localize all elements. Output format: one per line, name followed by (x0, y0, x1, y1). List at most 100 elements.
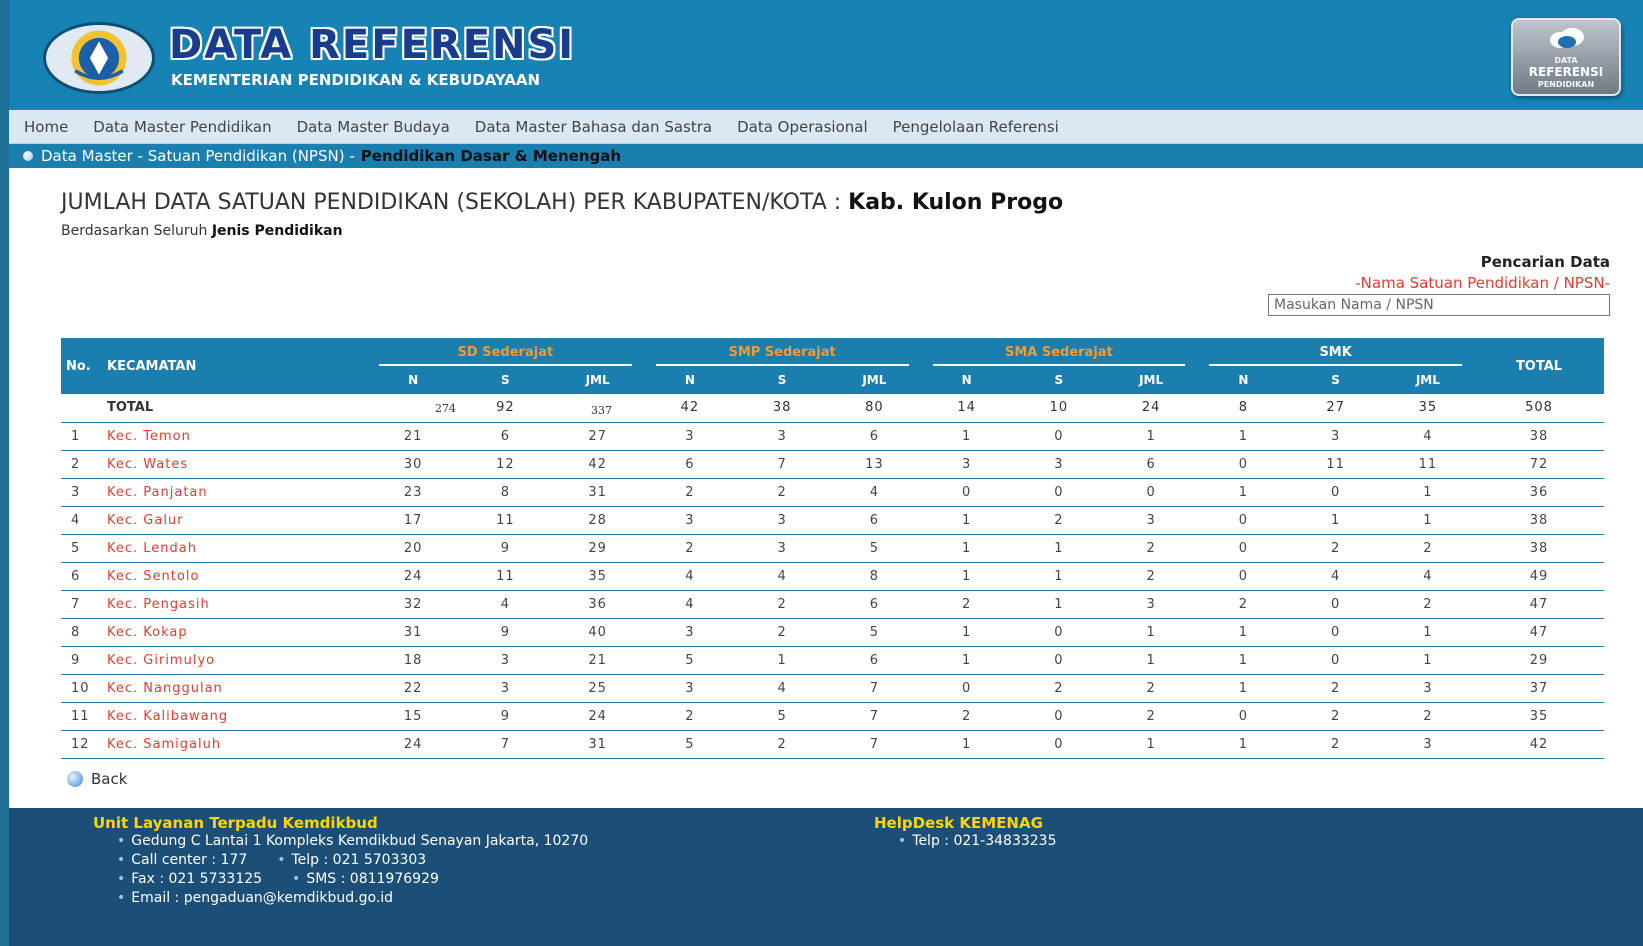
cell-sma-n: 1 (920, 646, 1013, 675)
cell-smp-s: 2 (736, 730, 829, 759)
cell-sd-s: 6 (459, 422, 552, 451)
group-label-smk: SMK (1209, 345, 1462, 366)
cell-total: 47 (1474, 590, 1604, 619)
kecamatan-link[interactable]: Kec. Girimulyo (107, 646, 367, 675)
col-header-no: No. (61, 338, 107, 394)
search-input[interactable] (1268, 294, 1610, 316)
row-no: 8 (61, 618, 107, 647)
cell-sd-jml: 27 (551, 422, 644, 451)
back-button[interactable]: Back (67, 770, 127, 788)
row-no: 1 (61, 422, 107, 451)
total-sd-s: 92 (459, 394, 552, 423)
kecamatan-link[interactable]: Kec. Galur (107, 506, 367, 535)
search-title: Pencarian Data (1480, 253, 1610, 271)
kecamatan-link[interactable]: Kec. Pengasih (107, 590, 367, 619)
cell-smk-s: 0 (1289, 478, 1382, 507)
kecamatan-link[interactable]: Kec. Temon (107, 422, 367, 451)
cell-sd-n: 15 (367, 702, 460, 731)
cell-sma-jml: 1 (1105, 646, 1198, 675)
kecamatan-link[interactable]: Kec. Wates (107, 450, 367, 479)
group-header-smp: SMP Sederajat (643, 338, 921, 366)
cell-sma-jml: 3 (1105, 590, 1198, 619)
cell-smp-n: 3 (643, 618, 736, 647)
total-label: TOTAL (107, 394, 367, 423)
cell-smk-n: 1 (1197, 646, 1290, 675)
footer-helpdesk: HelpDesk KEMENAG • Telp : 021-34833235 (874, 814, 1056, 851)
sub-header-jml: JML (551, 366, 644, 394)
group-label-smp: SMP Sederajat (655, 345, 909, 366)
table-row: 1 Kec. Temon 21 6 27 3 3 6 1 0 1 1 3 4 38 (61, 422, 1604, 451)
cell-total: 38 (1474, 506, 1604, 535)
footer-email-line: • Email : pengaduan@kemdikbud.go.id (117, 890, 394, 906)
cell-smk-s: 4 (1289, 562, 1382, 591)
cell-sma-s: 0 (1012, 646, 1105, 675)
cell-sma-n: 1 (920, 562, 1013, 591)
cell-smp-jml: 6 (828, 646, 921, 675)
cell-sma-jml: 1 (1105, 422, 1198, 451)
cell-sd-jml: 29 (551, 534, 644, 563)
cell-smk-s: 2 (1289, 534, 1382, 563)
cell-smk-jml: 4 (1381, 422, 1474, 451)
nav-item-pengelolaan-referensi[interactable]: Pengelolaan Referensi (893, 118, 1059, 136)
kecamatan-link[interactable]: Kec. Lendah (107, 534, 367, 563)
cell-sma-jml: 2 (1105, 562, 1198, 591)
nav-item-data-master-budaya[interactable]: Data Master Budaya (297, 118, 450, 136)
page-title: JUMLAH DATA SATUAN PENDIDIKAN (SEKOLAH) … (61, 190, 1063, 215)
cell-smp-s: 3 (736, 422, 829, 451)
cell-smp-n: 5 (643, 646, 736, 675)
cell-sma-s: 0 (1012, 422, 1105, 451)
cell-smp-n: 4 (643, 562, 736, 591)
site-header: DATA REFERENSI KEMENTERIAN PENDIDIKAN & … (9, 0, 1643, 110)
total-sma-s: 10 (1012, 394, 1105, 423)
cell-sd-s: 9 (459, 618, 552, 647)
site-subtitle: KEMENTERIAN PENDIDIKAN & KEBUDAYAAN (171, 71, 541, 89)
back-label: Back (91, 770, 128, 788)
cell-sma-n: 2 (920, 702, 1013, 731)
kecamatan-link[interactable]: Kec. Sentolo (107, 562, 367, 591)
nav-item-data-master-bahasa[interactable]: Data Master Bahasa dan Sastra (475, 118, 712, 136)
cell-smk-jml: 3 (1381, 730, 1474, 759)
kecamatan-link[interactable]: Kec. Panjatan (107, 478, 367, 507)
cell-sma-s: 3 (1012, 450, 1105, 479)
cell-smp-s: 3 (736, 534, 829, 563)
table-row: 2 Kec. Wates 30 12 42 6 7 13 3 3 6 0 11 11 72 (61, 450, 1604, 479)
cell-total: 29 (1474, 646, 1604, 675)
kecamatan-link[interactable]: Kec. Samigaluh (107, 730, 367, 759)
row-no: 5 (61, 534, 107, 563)
footer-helpdesk-title: HelpDesk KEMENAG (874, 814, 1043, 832)
kecamatan-link[interactable]: Kec. Nanggulan (107, 674, 367, 703)
cell-sma-jml: 2 (1105, 674, 1198, 703)
footer-email[interactable]: Email : pengaduan@kemdikbud.go.id (131, 890, 393, 906)
cell-sd-n: 32 (367, 590, 460, 619)
data-referensi-badge[interactable]: DATA REFERENSI PENDIDIKAN (1511, 18, 1621, 96)
cell-sd-s: 7 (459, 730, 552, 759)
cell-sd-n: 18 (367, 646, 460, 675)
table-row: 4 Kec. Galur 17 11 28 3 3 6 1 2 3 0 1 1 38 (61, 506, 1604, 535)
sub-header-n: N (367, 366, 460, 394)
row-no: 10 (61, 674, 107, 703)
nav-item-data-master-pendidikan[interactable]: Data Master Pendidikan (93, 118, 271, 136)
total-sma-jml: 24 (1105, 394, 1198, 423)
sub-header-s: S (1289, 366, 1382, 394)
nav-item-data-operasional[interactable]: Data Operasional (737, 118, 868, 136)
breadcrumb-prefix[interactable]: Data Master - Satuan Pendidikan (NPSN) - (41, 147, 355, 165)
cell-smk-jml: 1 (1381, 478, 1474, 507)
cell-smk-s: 0 (1289, 618, 1382, 647)
footer-telp: Telp : 021 5703303 (291, 852, 427, 868)
cell-sd-jml: 31 (551, 478, 644, 507)
cell-smk-s: 0 (1289, 590, 1382, 619)
cell-smk-s: 11 (1289, 450, 1382, 479)
cell-smp-jml: 5 (828, 618, 921, 647)
kecamatan-link[interactable]: Kec. Kalibawang (107, 702, 367, 731)
cell-sma-n: 1 (920, 506, 1013, 535)
table-row: 3 Kec. Panjatan 23 8 31 2 2 4 0 0 0 1 0 1 36 (61, 478, 1604, 507)
back-icon (67, 771, 83, 787)
sub-header-jml: JML (1105, 366, 1198, 394)
kecamatan-link[interactable]: Kec. Kokap (107, 618, 367, 647)
sub-header-jml: JML (828, 366, 921, 394)
nav-item-home[interactable]: Home (24, 118, 68, 136)
kemdikbud-logo[interactable] (43, 22, 155, 94)
cell-smk-n: 0 (1197, 450, 1290, 479)
row-no: 11 (61, 702, 107, 731)
total-smp-s: 38 (736, 394, 829, 423)
